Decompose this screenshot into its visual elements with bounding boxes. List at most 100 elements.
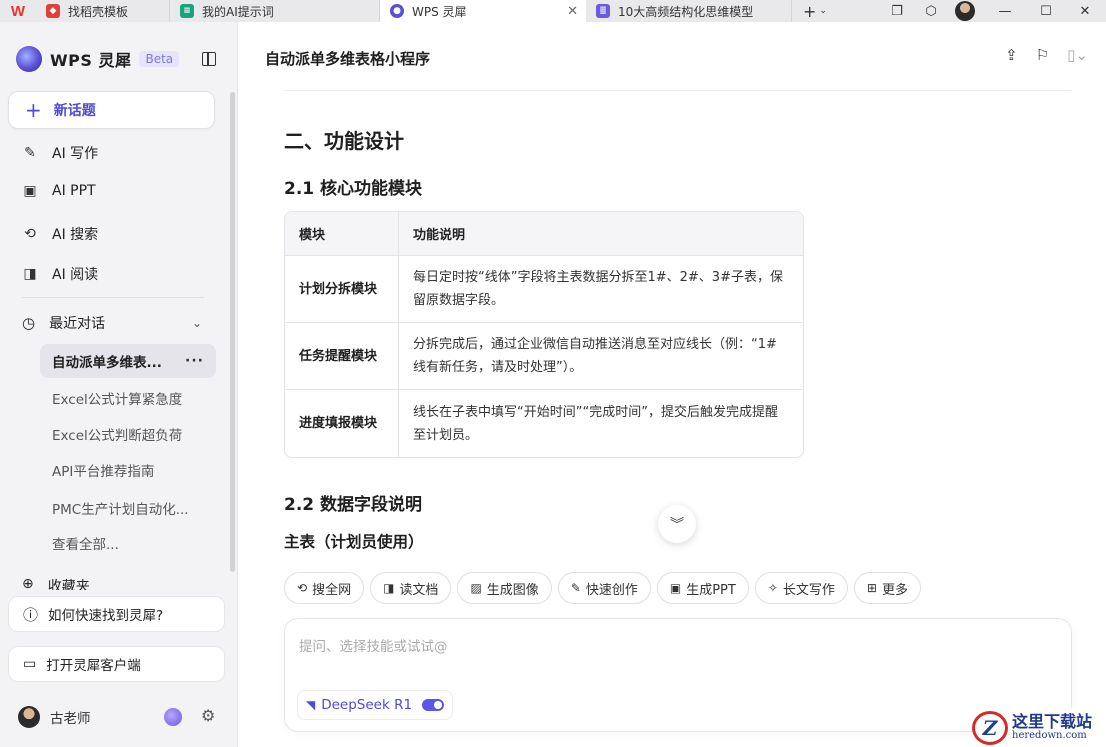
chip-quick-create[interactable]: ✎ 快速创作 <box>557 572 651 604</box>
recent-conversations-header[interactable]: ◷ 最近对话 ⌄ <box>22 313 202 333</box>
open-client-label: 打开灵犀客户端 <box>46 658 141 674</box>
watermark-cn: 这里下载站 <box>1012 711 1093 731</box>
prompt-input[interactable]: 提问、选择技能或试试@ <box>299 635 448 655</box>
table-header-row: 模块 功能说明 <box>285 212 803 256</box>
sidebar-item-ai-read[interactable]: ◨ AI 阅读 <box>22 264 98 284</box>
help-label: 如何快速找到灵犀? <box>48 608 164 624</box>
chip-read-doc[interactable]: ◨ 读文档 <box>370 572 452 604</box>
tab-label: WPS 灵犀 <box>412 4 467 19</box>
search-icon: ⟲ <box>24 226 36 242</box>
recent-label: 最近对话 <box>49 316 106 332</box>
watermark-en: heredown.com <box>1012 729 1087 741</box>
prompt-composer[interactable]: 提问、选择技能或试试@ ◥ DeepSeek R1 <box>284 618 1072 732</box>
history-item[interactable]: Excel公式判断超负荷 <box>52 424 182 444</box>
grid-more-icon: ⊞ <box>866 581 877 595</box>
maximize-button[interactable]: ☐ <box>1028 0 1064 22</box>
help-button[interactable]: ⓘ 如何快速找到灵犀? <box>8 596 225 632</box>
history-item-active[interactable]: 自动派单多维表... ··· <box>40 344 216 378</box>
tab-label: 10大高频结构化思维模型 <box>618 4 754 19</box>
sidebar-item-label: AI 写作 <box>52 146 99 162</box>
chip-label: 搜全网 <box>312 582 352 598</box>
watermark-logo-icon: Z <box>972 710 1008 745</box>
view-all-link[interactable]: 查看全部... <box>52 533 119 553</box>
module-name: 进度填报模块 <box>285 390 399 457</box>
sidebar-item-ai-ppt[interactable]: ▣ AI PPT <box>22 183 95 199</box>
sidebar-item-ai-write[interactable]: ✎ AI 写作 <box>22 143 98 163</box>
header-actions: ⇪ ⚐ ▯⌄ <box>1005 46 1088 64</box>
clock-icon: ◷ <box>22 314 36 332</box>
sidebar-item-ai-search[interactable]: ⟲ AI 搜索 <box>22 224 98 244</box>
doc-icon: ≣ <box>596 4 610 18</box>
export-doc-icon[interactable]: ▯⌄ <box>1067 46 1088 64</box>
quick-create-icon: ✎ <box>570 581 581 595</box>
long-write-icon: ✧ <box>767 581 778 595</box>
module-table: 模块 功能说明 计划分拆模块 每日定时按“线体”字段将主表数据分拆至1#、2#、… <box>284 211 804 458</box>
sidebar-collapse-icon[interactable] <box>202 52 216 66</box>
user-avatar[interactable] <box>948 0 982 22</box>
share-icon[interactable]: ⇪ <box>1005 46 1018 64</box>
module-name: 任务提醒模块 <box>285 323 399 390</box>
chip-label: 快速创作 <box>585 582 638 598</box>
window-tile-icon[interactable]: ❐ <box>880 0 914 22</box>
monitor-icon: ▭ <box>23 656 37 672</box>
column-header: 模块 <box>285 212 399 256</box>
divider <box>22 297 204 298</box>
chip-label: 更多 <box>881 582 908 598</box>
lingxi-icon: ● <box>390 4 404 18</box>
wps-logo-icon[interactable]: W <box>0 0 36 22</box>
tab-thinking-models[interactable]: ≣ 10大高频结构化思维模型 <box>586 0 792 22</box>
table-caption: 主表（计划员使用） <box>284 533 424 551</box>
docer-icon: ◆ <box>46 4 60 18</box>
tab-lingxi[interactable]: ● WPS 灵犀 ✕ <box>380 0 586 22</box>
close-icon[interactable]: ✕ <box>567 4 578 19</box>
subsection-heading: 2.1 核心功能模块 <box>284 179 423 199</box>
table-icon: ≡ <box>180 4 194 18</box>
bookmark-icon[interactable]: ⚐ <box>1036 46 1049 64</box>
read-doc-icon: ◨ <box>383 581 395 595</box>
chip-more[interactable]: ⊞ 更多 <box>853 572 921 604</box>
favorites-icon: ⊕ <box>22 576 34 590</box>
title-bar: W ◆ 找稻壳模板 ≡ 我的AI提示词 ● WPS 灵犀 ✕ ≣ 10大高频结构… <box>0 0 1106 22</box>
table-row: 计划分拆模块 每日定时按“线体”字段将主表数据分拆至1#、2#、3#子表，保留原… <box>285 256 803 323</box>
model-toggle[interactable] <box>422 699 445 711</box>
search-icon: ⟲ <box>297 581 308 595</box>
chip-label: 读文档 <box>399 582 439 598</box>
avatar <box>18 706 40 728</box>
model-name: DeepSeek R1 <box>321 697 413 713</box>
chip-generate-ppt[interactable]: ▣ 生成PPT <box>656 572 749 604</box>
scroll-to-bottom-button[interactable]: ︾ <box>658 505 696 543</box>
skill-chips: ⟲ 搜全网 ◨ 读文档 ▨ 生成图像 ✎ 快速创作 ▣ 生成PPT ✧ 长文写作 ⊞ 更多 <box>284 572 921 604</box>
new-topic-button[interactable]: + 新话题 <box>8 91 215 129</box>
column-header: 功能说明 <box>399 212 803 256</box>
cube-icon[interactable]: ⬡ <box>914 0 948 22</box>
chip-label: 生成图像 <box>486 582 539 598</box>
new-tab-button[interactable]: + ⌄ <box>792 0 838 22</box>
chip-generate-image[interactable]: ▨ 生成图像 <box>457 572 552 604</box>
window-close-button[interactable]: ✕ <box>1064 0 1106 22</box>
favorites-label: 收藏夹 <box>47 579 90 590</box>
lingxi-badge-icon[interactable] <box>164 708 182 726</box>
new-topic-label: 新话题 <box>53 103 96 119</box>
chip-search-web[interactable]: ⟲ 搜全网 <box>284 572 365 604</box>
user-profile[interactable]: 古老师 <box>18 706 91 728</box>
brand: WPS 灵犀 Beta <box>16 46 180 72</box>
tab-label: 找稻壳模板 <box>68 4 129 19</box>
tab-ai-prompts[interactable]: ≡ 我的AI提示词 <box>170 0 380 22</box>
watermark: Z 这里下载站 heredown.com <box>972 708 1106 747</box>
sidebar-item-favorites[interactable]: ⊕ 收藏夹 <box>22 576 90 590</box>
model-selector[interactable]: ◥ DeepSeek R1 <box>297 690 454 720</box>
minimize-button[interactable]: — <box>982 0 1028 22</box>
history-item[interactable]: Excel公式计算紧急度 <box>52 388 182 408</box>
open-client-button[interactable]: ▭ 打开灵犀客户端 <box>8 646 225 682</box>
tab-template[interactable]: ◆ 找稻壳模板 <box>36 0 170 22</box>
more-icon[interactable]: ··· <box>185 353 204 369</box>
sidebar-scrollbar[interactable] <box>230 92 235 572</box>
history-item[interactable]: PMC生产计划自动化... <box>52 498 189 518</box>
chip-long-write[interactable]: ✧ 长文写作 <box>754 572 848 604</box>
chip-label: 生成PPT <box>686 582 736 598</box>
history-item[interactable]: API平台推荐指南 <box>52 460 154 480</box>
watermark-text: 这里下载站 heredown.com <box>1012 711 1093 741</box>
ppt-icon: ▣ <box>23 183 37 199</box>
table-row: 任务提醒模块 分拆完成后，通过企业微信自动推送消息至对应线长（例：“1#线有新任… <box>285 323 803 390</box>
gear-icon[interactable]: ⚙ <box>201 706 215 725</box>
